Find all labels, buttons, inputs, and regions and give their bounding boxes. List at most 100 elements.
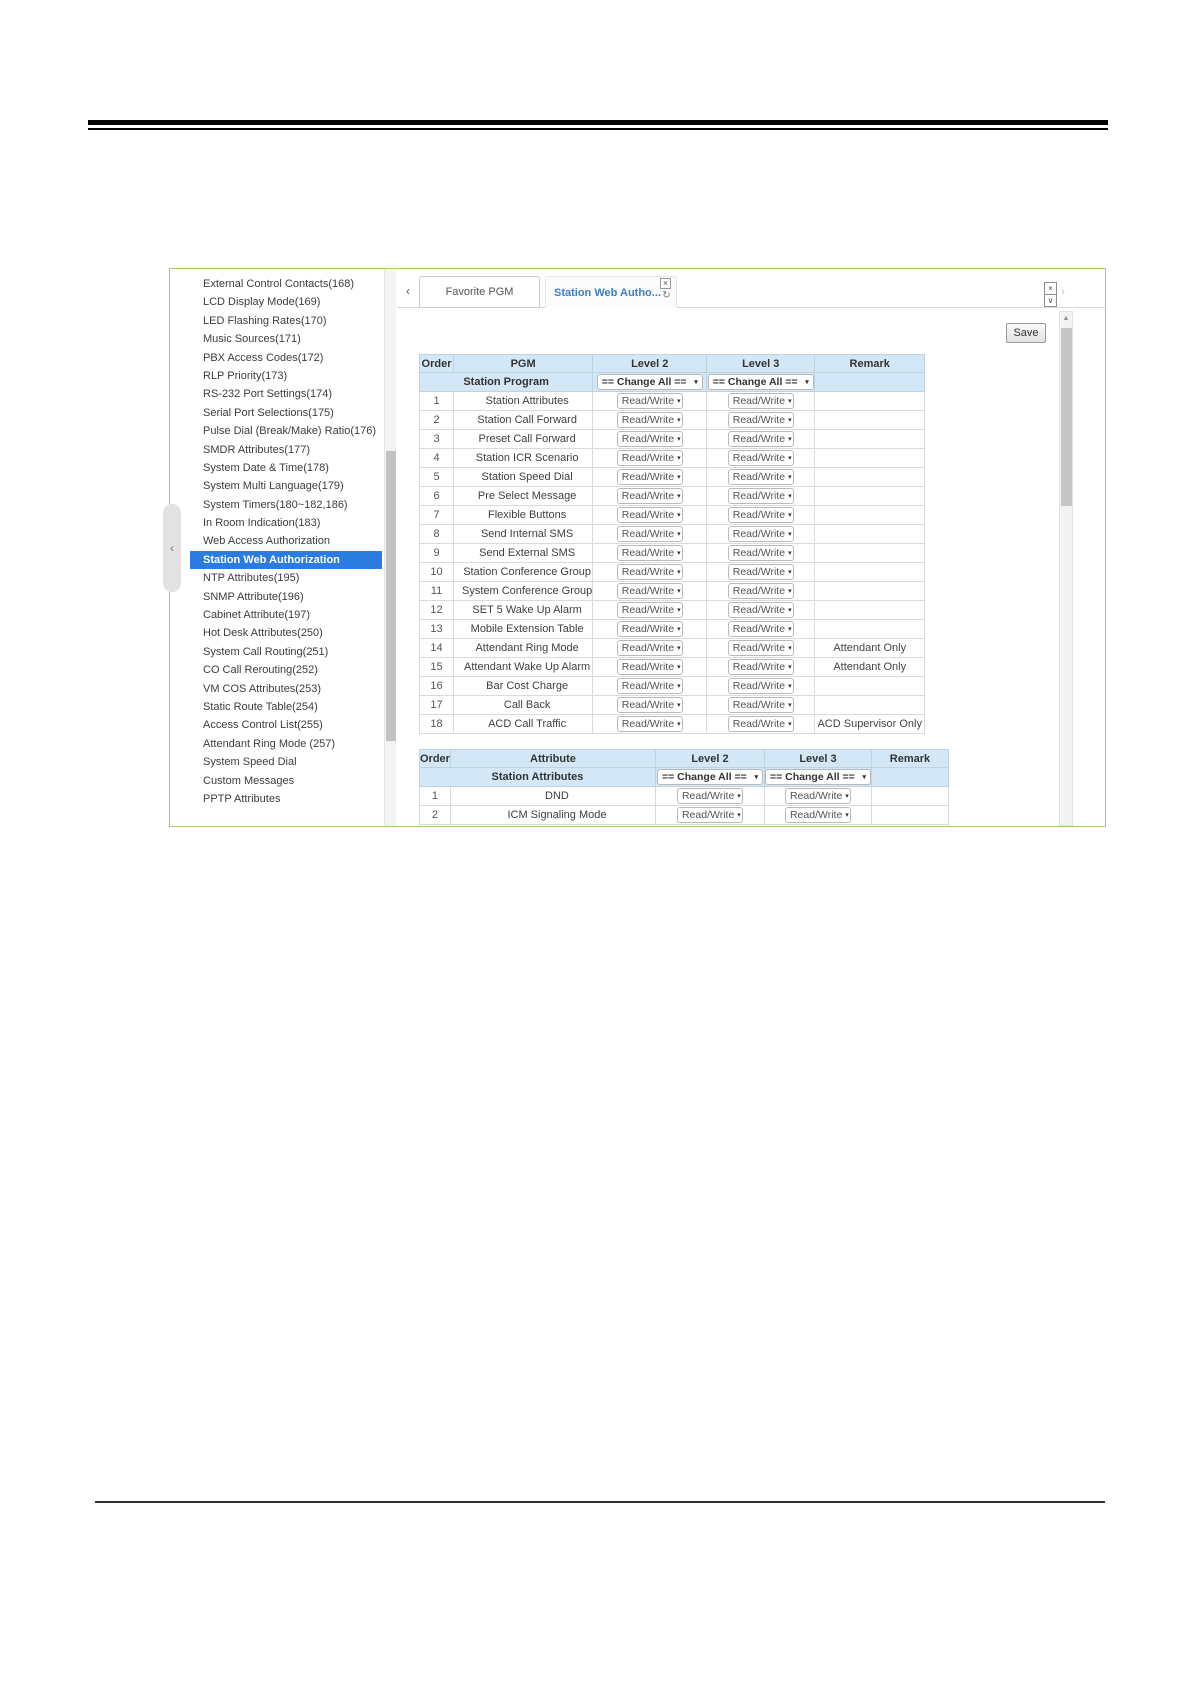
level3-dropdown[interactable]: Read/Write ▾ xyxy=(727,393,794,409)
item-name-cell: Bar Cost Charge xyxy=(452,676,594,696)
sidebar-item[interactable]: In Room Indication(183) xyxy=(190,514,382,532)
sidebar-item[interactable]: RS-232 Port Settings(174) xyxy=(190,385,382,403)
level2-dropdown[interactable]: Read/Write ▾ xyxy=(616,488,683,504)
level3-dropdown[interactable]: Read/Write ▾ xyxy=(727,431,794,447)
level3-dropdown[interactable]: Read/Write ▾ xyxy=(727,602,794,618)
sidebar-item[interactable]: PPTP Attributes xyxy=(190,790,382,808)
level3-dropdown[interactable]: Read/Write ▾ xyxy=(727,716,794,732)
level2-dropdown[interactable]: Read/Write ▾ xyxy=(616,716,683,732)
level2-dropdown[interactable]: Read/Write ▾ xyxy=(616,507,683,523)
refresh-icon[interactable]: ↻ xyxy=(660,290,673,302)
sidebar-item[interactable]: Station Web Authorization xyxy=(190,550,382,570)
sidebar-item[interactable]: Music Sources(171) xyxy=(190,330,382,348)
sidebar-item[interactable]: Attendant Ring Mode (257) xyxy=(190,735,382,753)
remark-cell xyxy=(870,786,949,806)
level3-dropdown[interactable]: Read/Write ▾ xyxy=(727,545,794,561)
level2-dropdown[interactable]: Read/Write ▾ xyxy=(616,678,683,694)
dropdown-arrow-icon: ▾ xyxy=(754,774,758,781)
level2-dropdown[interactable]: Read/Write ▾ xyxy=(616,602,683,618)
sidebar-item[interactable]: Static Route Table(254) xyxy=(190,698,382,716)
sidebar-item[interactable]: System Date & Time(178) xyxy=(190,459,382,477)
top-rule-secondary xyxy=(88,128,1108,130)
sidebar-item[interactable]: System Call Routing(251) xyxy=(190,643,382,661)
sidebar-item[interactable]: LCD Display Mode(169) xyxy=(190,293,382,311)
sidebar-item[interactable]: NTP Attributes(195) xyxy=(190,569,382,587)
save-button[interactable]: Save xyxy=(1006,323,1046,343)
level2-dropdown[interactable]: Read/Write ▾ xyxy=(616,431,683,447)
sidebar-item[interactable]: System Timers(180~182,186) xyxy=(190,496,382,514)
tab-scroll-right-icon[interactable]: › xyxy=(1061,285,1065,297)
level3-dropdown[interactable]: Read/Write ▾ xyxy=(727,659,794,675)
sidebar-item[interactable]: Hot Desk Attributes(250) xyxy=(190,624,382,642)
level2-dropdown[interactable]: Read/Write ▾ xyxy=(616,640,683,656)
level2-dropdown[interactable]: Read/Write ▾ xyxy=(616,697,683,713)
tab-favorite-pgm[interactable]: Favorite PGM xyxy=(419,276,540,308)
content-scrollbar[interactable]: ▲ xyxy=(1059,311,1073,826)
level3-dropdown[interactable]: Read/Write ▾ xyxy=(727,583,794,599)
level2-dropdown[interactable]: Read/Write ▾ xyxy=(616,412,683,428)
level3-dropdown[interactable]: Read/Write ▾ xyxy=(727,507,794,523)
level2-dropdown[interactable]: Read/Write ▾ xyxy=(676,788,743,804)
level3-dropdown[interactable]: Read/Write ▾ xyxy=(727,469,794,485)
sidebar-item[interactable]: Pulse Dial (Break/Make) Ratio(176) xyxy=(190,422,382,440)
level3-dropdown[interactable]: Read/Write ▾ xyxy=(727,412,794,428)
level3-dropdown[interactable]: Read/Write ▾ xyxy=(727,697,794,713)
level3-dropdown[interactable]: Read/Write ▾ xyxy=(727,564,794,580)
group-row: Station Attributes == Change All == ▾ == Ch… xyxy=(419,767,949,787)
remark-cell xyxy=(814,676,926,696)
level3-dropdown[interactable]: Read/Write ▾ xyxy=(727,678,794,694)
sidebar-item[interactable]: Custom Messages xyxy=(190,772,382,790)
dropdown-arrow-icon: ▾ xyxy=(677,398,681,405)
close-tab-icon[interactable]: × xyxy=(660,278,671,289)
remark-cell xyxy=(814,391,926,411)
level3-dropdown[interactable]: Read/Write ▾ xyxy=(727,488,794,504)
sidebar-item[interactable]: VM COS Attributes(253) xyxy=(190,680,382,698)
level2-dropdown[interactable]: Read/Write ▾ xyxy=(616,564,683,580)
level2-dropdown[interactable]: Read/Write ▾ xyxy=(616,526,683,542)
level3-dropdown[interactable]: Read/Write ▾ xyxy=(784,807,851,823)
level2-dropdown[interactable]: Read/Write ▾ xyxy=(616,545,683,561)
dropdown-arrow-icon: ▾ xyxy=(788,588,792,595)
change-all-level3-dropdown[interactable]: == Change All == ▾ xyxy=(707,374,814,390)
tab-station-web-authorization[interactable]: Station Web Autho... × ↻ xyxy=(545,276,677,308)
sidebar-item[interactable]: CO Call Rerouting(252) xyxy=(190,661,382,679)
level3-dropdown[interactable]: Read/Write ▾ xyxy=(727,621,794,637)
sidebar-item[interactable]: RLP Priority(173) xyxy=(190,367,382,385)
level2-dropdown[interactable]: Read/Write ▾ xyxy=(616,450,683,466)
sidebar-item[interactable]: Serial Port Selections(175) xyxy=(190,404,382,422)
content-scrollbar-thumb[interactable] xyxy=(1061,328,1072,506)
level3-dropdown[interactable]: Read/Write ▾ xyxy=(727,526,794,542)
sidebar-scrollbar[interactable] xyxy=(384,269,396,826)
level2-dropdown[interactable]: Read/Write ▾ xyxy=(616,621,683,637)
change-all-level2-dropdown[interactable]: == Change All == ▾ xyxy=(656,769,763,785)
level3-dropdown[interactable]: Read/Write ▾ xyxy=(727,450,794,466)
level3-dropdown[interactable]: Read/Write ▾ xyxy=(727,640,794,656)
sidebar-item[interactable]: System Speed Dial xyxy=(190,753,382,771)
sidebar-scrollbar-thumb[interactable] xyxy=(386,451,396,741)
level2-dropdown[interactable]: Read/Write ▾ xyxy=(676,807,743,823)
dropdown-arrow-icon: ▾ xyxy=(788,607,792,614)
level2-dropdown[interactable]: Read/Write ▾ xyxy=(616,659,683,675)
level2-dropdown[interactable]: Read/Write ▾ xyxy=(616,583,683,599)
tab-scroll-left-icon[interactable]: ‹ xyxy=(406,285,410,297)
panel-collapse-icon[interactable]: ∨ xyxy=(1044,294,1057,307)
sidebar-item[interactable]: PBX Access Codes(172) xyxy=(190,349,382,367)
sidebar-item[interactable]: SNMP Attribute(196) xyxy=(190,588,382,606)
sidebar-item[interactable]: Access Control List(255) xyxy=(190,716,382,734)
sidebar-collapse-handle[interactable]: ‹ xyxy=(163,504,181,592)
order-cell: 5 xyxy=(419,467,454,487)
sidebar-item[interactable]: LED Flashing Rates(170) xyxy=(190,312,382,330)
change-all-level3-dropdown[interactable]: == Change All == ▾ xyxy=(765,769,871,785)
level2-dropdown[interactable]: Read/Write ▾ xyxy=(616,393,683,409)
sidebar-item[interactable]: System Multi Language(179) xyxy=(190,477,382,495)
change-all-level2-dropdown[interactable]: == Change All == ▾ xyxy=(596,374,703,390)
dropdown-arrow-icon: ▾ xyxy=(788,550,792,557)
scroll-up-icon[interactable]: ▲ xyxy=(1060,312,1072,326)
sidebar-item[interactable]: Cabinet Attribute(197) xyxy=(190,606,382,624)
item-name-cell: Attendant Wake Up Alarm xyxy=(452,657,594,677)
sidebar-item[interactable]: Web Access Authorization xyxy=(190,532,382,550)
sidebar-item[interactable]: External Control Contacts(168) xyxy=(190,275,382,293)
sidebar-item[interactable]: SMDR Attributes(177) xyxy=(190,441,382,459)
level3-dropdown[interactable]: Read/Write ▾ xyxy=(784,788,851,804)
level2-dropdown[interactable]: Read/Write ▾ xyxy=(616,469,683,485)
